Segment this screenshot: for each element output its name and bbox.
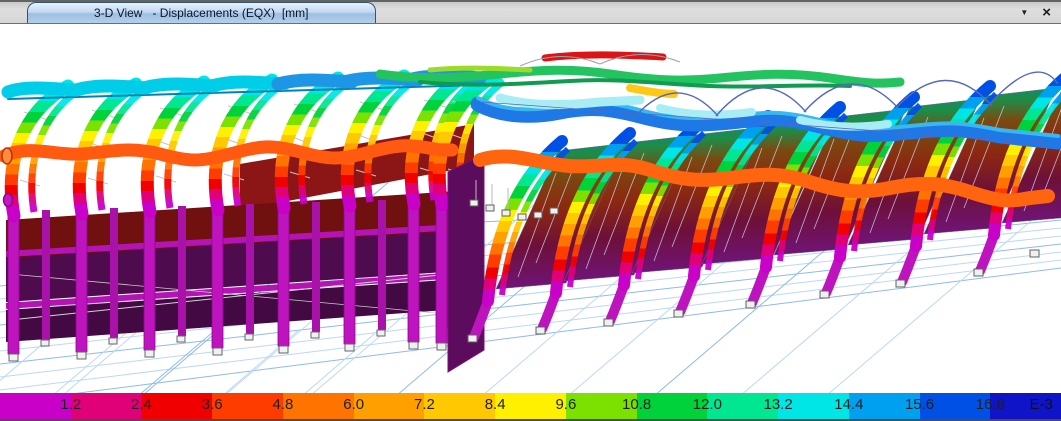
model-3d-canvas xyxy=(0,24,1061,393)
contour-legend: 1.22.43.64.86.07.28.49.610.812.013.214.4… xyxy=(0,393,1061,419)
legend-band: 1.2 xyxy=(0,393,71,419)
legend-value: 8.4 xyxy=(485,396,506,413)
close-icon[interactable]: × xyxy=(1042,5,1051,20)
legend-value: 12.0 xyxy=(693,396,722,413)
legend-value: 15.6 xyxy=(905,396,934,413)
legend-value: 14.4 xyxy=(834,396,863,413)
legend-value: 7.2 xyxy=(414,396,435,413)
legend-band: 2.4 xyxy=(71,393,142,419)
legend-value: 13.2 xyxy=(763,396,792,413)
legend-band: 10.8 xyxy=(566,393,637,419)
legend-band: 8.4 xyxy=(424,393,495,419)
legend-band: 9.6 xyxy=(495,393,566,419)
legend-value: 16.8 xyxy=(976,396,1005,413)
window-menu-dropdown-icon[interactable]: ▼ xyxy=(1020,9,1028,17)
legend-value: 4.8 xyxy=(273,396,294,413)
title-bar: 3-D View - Displacements (EQX) [mm] ▼ × xyxy=(0,0,1061,24)
view-tab-label: 3-D View - Displacements (EQX) [mm] xyxy=(94,6,309,20)
legend-band: 7.2 xyxy=(354,393,425,419)
view-tab[interactable]: 3-D View - Displacements (EQX) [mm] xyxy=(27,2,376,23)
legend-value: 9.6 xyxy=(555,396,576,413)
front-stand-end-wall xyxy=(448,154,484,372)
3d-viewport[interactable] xyxy=(0,24,1061,393)
legend-value: 6.0 xyxy=(343,396,364,413)
legend-value: 10.8 xyxy=(622,396,651,413)
legend-band: 6.0 xyxy=(283,393,354,419)
app-window: 3-D View - Displacements (EQX) [mm] ▼ × xyxy=(0,0,1061,421)
legend-value: 3.6 xyxy=(202,396,223,413)
legend-scale-note: E-3 xyxy=(1030,396,1053,413)
legend-band: 4.8 xyxy=(212,393,283,419)
titlebar-controls: ▼ × xyxy=(1020,2,1061,23)
legend-band: 3.6 xyxy=(141,393,212,419)
legend-value: 2.4 xyxy=(131,396,152,413)
legend-value: 1.2 xyxy=(60,396,81,413)
